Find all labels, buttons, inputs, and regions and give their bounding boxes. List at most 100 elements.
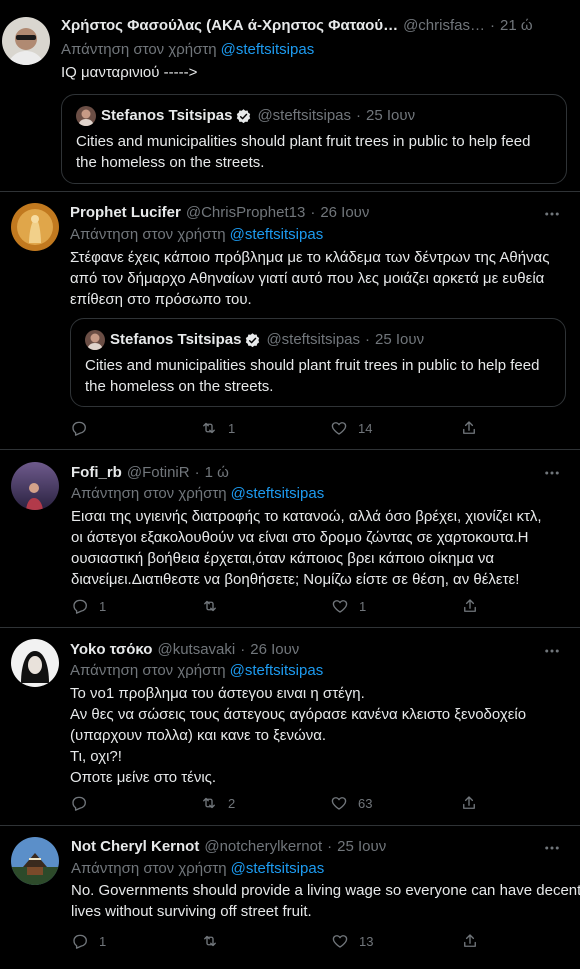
retweet-icon bbox=[200, 794, 218, 812]
reply-context: Απάντηση στον χρήστη @steftsitsipas bbox=[71, 484, 324, 504]
tweet[interactable]: Fofi_rb @FotiniR · 1 ώ Απάντηση στον χρή… bbox=[0, 451, 580, 628]
mention-link[interactable]: @steftsitsipas bbox=[221, 41, 315, 58]
tweet-text-line: ουσιαστική βοήθεια έρχεται,όταν κάποιος … bbox=[71, 550, 495, 567]
more-dots-icon bbox=[543, 205, 561, 223]
tweet-text-line: (υπαρχουν πολλα) και κανε το ξενώνα. bbox=[70, 727, 327, 744]
mention-link[interactable]: @steftsitsipas bbox=[230, 662, 324, 679]
quoted-text-line: the homeless on the streets. bbox=[76, 154, 265, 171]
quoted-tweet-text: Cities and municipalities should plant f… bbox=[85, 355, 539, 397]
retweet-count: 1 bbox=[228, 420, 236, 436]
reply-context: Απάντηση στον χρήστη @steftsitsipas bbox=[61, 40, 314, 60]
separator-dot: · bbox=[490, 17, 495, 34]
tweet[interactable]: Prophet Lucifer @ChrisProphet13 · 26 Ιου… bbox=[0, 193, 580, 450]
like-button[interactable]: 63 bbox=[330, 794, 460, 812]
tweet-text: Στέφανε έχεις κάποιο πρόβλημα με το κλάδ… bbox=[70, 247, 549, 310]
reply-context: Απάντηση στον χρήστη @steftsitsipas bbox=[71, 859, 324, 879]
like-icon bbox=[330, 794, 348, 812]
more-options-button[interactable] bbox=[542, 838, 562, 858]
reply-count: 1 bbox=[99, 933, 107, 949]
quoted-avatar bbox=[85, 330, 105, 350]
verified-badge-icon bbox=[235, 108, 252, 125]
retweet-button[interactable]: 1 bbox=[200, 419, 330, 437]
like-button[interactable]: 1 bbox=[331, 597, 461, 615]
retweet-button[interactable] bbox=[201, 597, 331, 615]
avatar[interactable] bbox=[11, 639, 59, 687]
avatar[interactable] bbox=[11, 837, 59, 885]
more-options-button[interactable] bbox=[542, 204, 562, 224]
avatar[interactable] bbox=[2, 17, 50, 65]
display-name[interactable]: Prophet Lucifer bbox=[70, 203, 181, 223]
more-options-button[interactable] bbox=[542, 463, 562, 483]
tweet[interactable]: Not Cheryl Kernot @notcherylkernot · 25 … bbox=[0, 827, 580, 969]
share-icon bbox=[460, 419, 478, 437]
avatar[interactable] bbox=[11, 462, 59, 510]
timestamp[interactable]: 1 ώ bbox=[205, 463, 229, 483]
tweet-text-line: lives without surviving off street fruit… bbox=[71, 903, 312, 920]
more-options-button[interactable] bbox=[542, 641, 562, 661]
like-icon bbox=[330, 419, 348, 437]
tweet-header: Χρήστος Φασούλας (ΑΚΑ ά-Χρηστος Φαταού… … bbox=[61, 16, 533, 36]
timestamp[interactable]: 21 ώ bbox=[500, 16, 533, 36]
display-name[interactable]: Fofi_rb bbox=[71, 463, 122, 483]
reply-icon bbox=[70, 794, 88, 812]
reply-button[interactable]: 1 bbox=[71, 597, 201, 615]
display-name[interactable]: Not Cheryl Kernot bbox=[71, 837, 199, 857]
quoted-text-line: the homeless on the streets. bbox=[85, 378, 274, 395]
user-handle[interactable]: @notcherylkernot bbox=[204, 837, 322, 857]
share-button[interactable] bbox=[461, 932, 501, 950]
like-button[interactable]: 14 bbox=[330, 419, 460, 437]
like-button[interactable]: 13 bbox=[331, 932, 461, 950]
tweet-text-line: Αν θες να σώσεις τους άστεγους αγόρασε κ… bbox=[70, 706, 527, 723]
retweet-count: 2 bbox=[228, 795, 236, 811]
quoted-display-name: Stefanos Tsitsipas bbox=[101, 107, 233, 124]
tweet-text-line: No. Governments should provide a living … bbox=[71, 882, 580, 899]
share-icon bbox=[460, 794, 478, 812]
quoted-text-line: Cities and municipalities should plant f… bbox=[85, 357, 540, 374]
display-name[interactable]: Χρήστος Φασούλας (ΑΚΑ ά-Χρηστος Φαταού… bbox=[61, 16, 398, 36]
like-icon bbox=[331, 932, 349, 950]
user-handle[interactable]: @kutsavaki bbox=[157, 640, 235, 660]
reply-button[interactable] bbox=[70, 419, 200, 437]
timestamp[interactable]: 25 Ιουν bbox=[337, 837, 386, 857]
user-handle[interactable]: @chrisfas… bbox=[403, 16, 485, 36]
reply-context: Απάντηση στον χρήστη @steftsitsipas bbox=[70, 225, 323, 245]
tweet[interactable]: Yoko τσόκο @kutsavaki · 26 Ιουν Απάντηση… bbox=[0, 629, 580, 826]
tweet-actions: 1 14 bbox=[70, 419, 500, 437]
tweet-header: Not Cheryl Kernot @notcherylkernot · 25 … bbox=[71, 837, 386, 857]
retweet-button[interactable]: 2 bbox=[200, 794, 330, 812]
tweet-text-line: επίθεση στο πρόσωπο του. bbox=[70, 291, 252, 308]
user-handle[interactable]: @ChrisProphet13 bbox=[186, 203, 305, 223]
tweet-text-line: Οποτε μείνε στο τένις. bbox=[70, 769, 217, 786]
user-handle[interactable]: @FotiniR bbox=[127, 463, 190, 483]
reply-icon bbox=[71, 597, 89, 615]
timestamp[interactable]: 26 Ιουν bbox=[250, 640, 299, 660]
mention-link[interactable]: @steftsitsipas bbox=[231, 860, 325, 877]
share-button[interactable] bbox=[460, 794, 500, 812]
tweet-text-line: Στέφανε έχεις κάποιο πρόβλημα με το κλάδ… bbox=[70, 249, 550, 266]
mention-link[interactable]: @steftsitsipas bbox=[231, 485, 325, 502]
tweet-text-line: Το νο1 προβλημα του άστεγου ειναι η στέγ… bbox=[70, 685, 365, 702]
display-name[interactable]: Yoko τσόκο bbox=[70, 640, 152, 660]
quoted-tweet[interactable]: Stefanos Tsitsipas @steftsitsipas · 25 Ι… bbox=[70, 318, 566, 407]
mention-link[interactable]: @steftsitsipas bbox=[230, 226, 324, 243]
reply-button[interactable]: 1 bbox=[71, 932, 201, 950]
like-icon bbox=[331, 597, 349, 615]
separator-dot: · bbox=[327, 838, 333, 855]
share-button[interactable] bbox=[461, 597, 501, 615]
timestamp[interactable]: 26 Ιουν bbox=[320, 203, 369, 223]
separator-dot: · bbox=[356, 107, 362, 124]
share-button[interactable] bbox=[460, 419, 500, 437]
quoted-tweet[interactable]: Stefanos Tsitsipas @steftsitsipas · 25 Ι… bbox=[61, 94, 567, 184]
reply-button[interactable] bbox=[70, 794, 200, 812]
reply-context: Απάντηση στον χρήστη @steftsitsipas bbox=[70, 661, 323, 681]
tweet-text: Εισαι της υγιεινής διατροφής το κατανοώ,… bbox=[71, 506, 542, 590]
tweet[interactable]: Χρήστος Φασούλας (ΑΚΑ ά-Χρηστος Φαταού… … bbox=[0, 0, 580, 192]
avatar[interactable] bbox=[11, 203, 59, 251]
quoted-user-handle: @steftsitsipas bbox=[257, 107, 352, 124]
retweet-button[interactable] bbox=[201, 932, 331, 950]
quoted-tweet-text: Cities and municipalities should plant f… bbox=[76, 131, 530, 173]
tweet-text: No. Governments should provide a living … bbox=[71, 880, 580, 922]
quoted-tweet-header: Stefanos Tsitsipas @steftsitsipas · 25 Ι… bbox=[85, 330, 424, 350]
retweet-icon bbox=[200, 419, 218, 437]
like-count: 63 bbox=[358, 795, 373, 811]
